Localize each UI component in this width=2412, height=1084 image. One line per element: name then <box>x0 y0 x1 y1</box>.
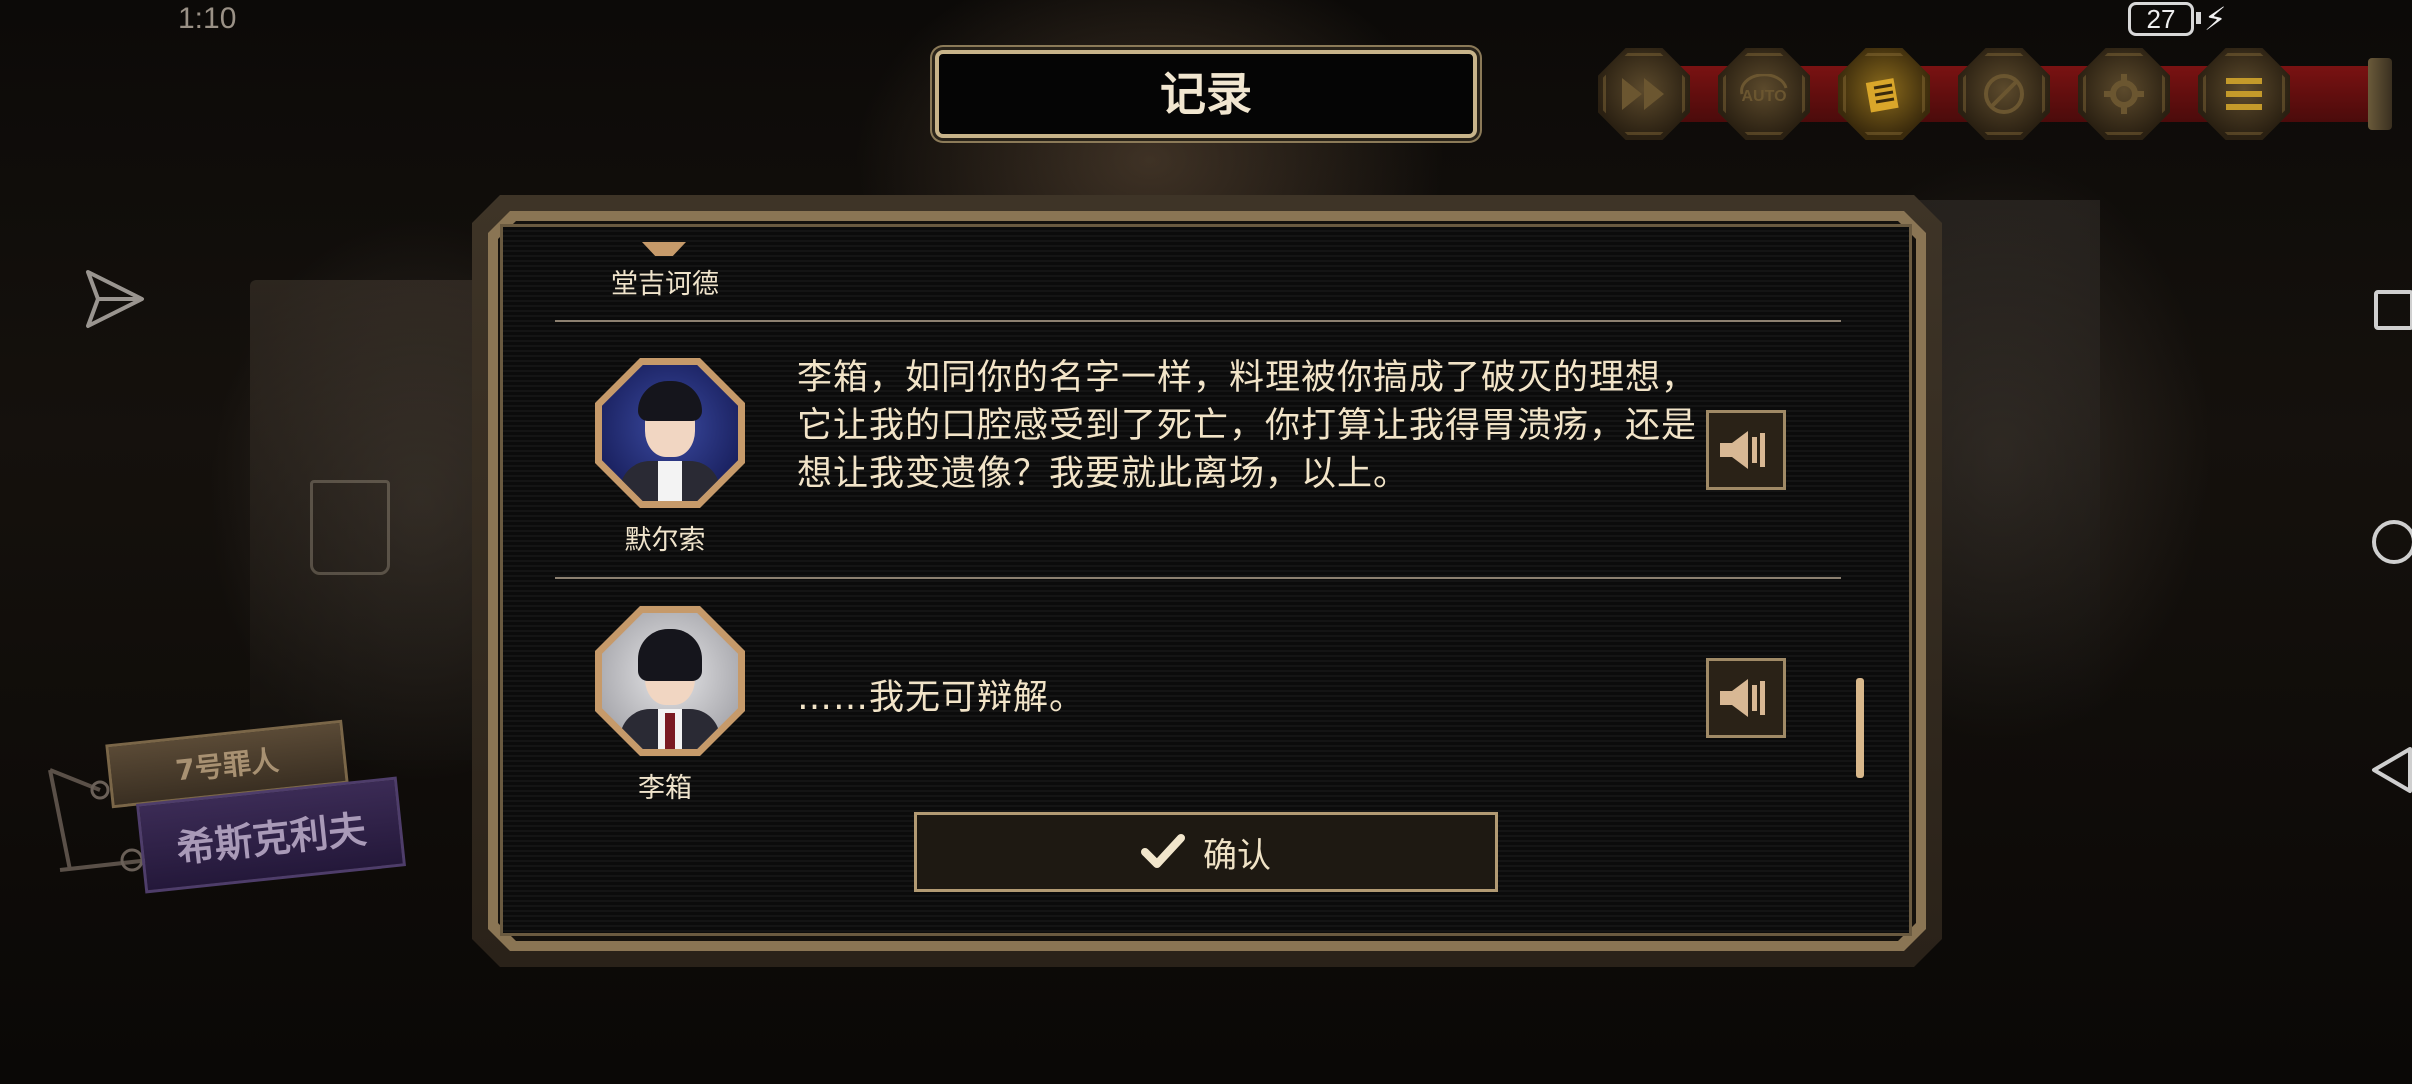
log-title: 记录 <box>1160 67 1252 121</box>
speaker-name: 默尔索 <box>624 525 706 556</box>
log-title-plaque: 记录 <box>935 50 1477 138</box>
battery-tip <box>2196 12 2201 24</box>
send-icon[interactable] <box>84 268 146 330</box>
home-button[interactable] <box>2372 520 2412 564</box>
checkmark-icon <box>1141 834 1185 868</box>
log-icon[interactable] <box>1838 48 1930 140</box>
charging-icon: ⚡ <box>2204 0 2227 38</box>
voice-replay-button[interactable] <box>1706 658 1786 738</box>
dialogue-text: 李箱，如同你的名字一样，料理被你搞成了破灭的理想，它让我的口腔感受到了死亡，你打… <box>797 358 1698 494</box>
speaker-portrait <box>595 606 745 756</box>
speaker-portrait <box>595 358 745 508</box>
portrait-hair <box>638 629 702 681</box>
voice-replay-button[interactable] <box>1706 410 1786 490</box>
portrait-hair <box>638 381 702 421</box>
speaker-name: 李箱 <box>638 773 692 804</box>
auto-icon[interactable]: AUTO <box>1718 48 1810 140</box>
log-scrollbar[interactable] <box>1856 678 1864 778</box>
back-button[interactable] <box>2370 745 2412 795</box>
speaker-block: 默尔索 <box>595 358 745 557</box>
speaker-name: 堂吉诃德 <box>611 269 719 300</box>
confirm-label: 确认 <box>1203 835 1271 876</box>
toolbar-end-cap <box>2368 58 2392 130</box>
portrait-background <box>602 365 738 501</box>
fast-forward-icon[interactable] <box>1598 48 1690 140</box>
portrait-shirt <box>658 461 682 501</box>
settings-icon[interactable] <box>2078 48 2170 140</box>
portrait-tie <box>665 713 675 749</box>
entry-divider <box>555 577 1841 579</box>
menu-icon[interactable] <box>2198 48 2290 140</box>
confirm-button[interactable]: 确认 <box>914 812 1498 892</box>
skip-disabled-icon[interactable] <box>1958 48 2050 140</box>
svg-text:AUTO: AUTO <box>1741 88 1786 105</box>
speaker-icon <box>1720 431 1765 469</box>
recent-apps-button[interactable] <box>2374 290 2412 330</box>
top-toolbar: AUTO <box>1598 48 2392 140</box>
speaker-icon <box>1720 679 1765 717</box>
dialogue-text: ……我无可辩解。 <box>797 678 1086 718</box>
portrait-background <box>602 613 738 749</box>
sinner-number: 7号罪人 <box>173 743 281 788</box>
speaker-block: 李箱 <box>595 606 745 805</box>
battery-indicator: 27 <box>2128 2 2194 36</box>
sinner-name: 希斯克利夫 <box>174 806 369 871</box>
background-cup <box>310 480 390 575</box>
entry-divider <box>555 320 1841 322</box>
status-time: 1:10 <box>178 2 237 35</box>
